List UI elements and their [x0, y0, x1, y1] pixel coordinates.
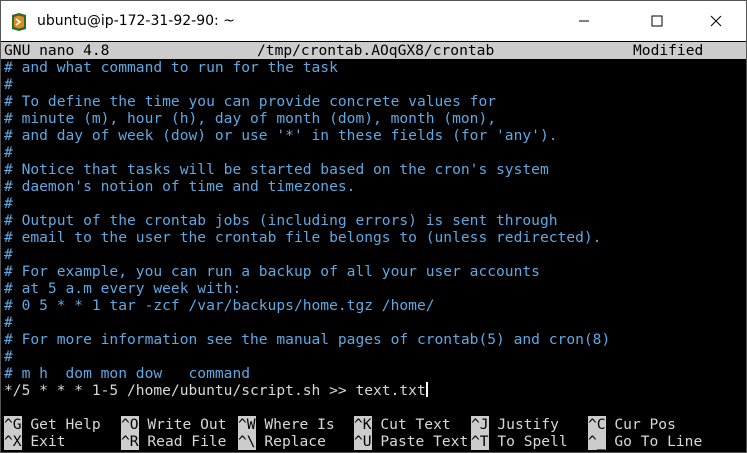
- shortcut-label: Replace: [264, 433, 326, 450]
- shortcut-key: ^X: [4, 433, 22, 450]
- line-text: #: [4, 144, 13, 161]
- comment-line[interactable]: # m h dom mon dow command: [4, 365, 250, 382]
- title-bar[interactable]: ubuntu@ip-172-31-92-90: ~: [1, 1, 746, 41]
- maximize-icon: [651, 15, 663, 27]
- comment-line[interactable]: # For example, you can run a backup of a…: [4, 263, 540, 280]
- comment-line[interactable]: # minute (m), hour (h), day of month (do…: [4, 110, 496, 127]
- line-text: # For more information see the manual pa…: [4, 331, 611, 348]
- line-text: # Output of the crontab jobs (including …: [4, 212, 558, 229]
- shortcut-label: Exit: [30, 433, 66, 450]
- comment-line[interactable]: #: [4, 348, 13, 365]
- shortcut-key: ^U: [354, 433, 372, 450]
- line-text: # daemon's notion of time and timezones.: [4, 178, 356, 195]
- line-text: # m h dom mon dow command: [4, 365, 251, 382]
- comment-line[interactable]: #: [4, 76, 13, 93]
- shortcut-label: Cut Text: [380, 416, 451, 433]
- shortcut-cut-text[interactable]: ^K Cut Text: [354, 416, 451, 433]
- shortcut-exit[interactable]: ^X Exit: [4, 433, 66, 450]
- comment-line[interactable]: # For more information see the manual pa…: [4, 331, 610, 348]
- line-text: # For example, you can run a backup of a…: [4, 263, 540, 280]
- line-text: # minute (m), hour (h), day of month (do…: [4, 110, 497, 127]
- shortcut-label: Write Out: [147, 416, 227, 433]
- close-icon: [710, 15, 722, 27]
- comment-line[interactable]: # Output of the crontab jobs (including …: [4, 212, 558, 229]
- shortcut-key: ^_: [588, 433, 606, 450]
- shortcut-label: Justify: [497, 416, 559, 433]
- terminal-window: ubuntu@ip-172-31-92-90: ~ GNU nano 4.8 /…: [0, 0, 747, 453]
- shortcut-key: ^T: [471, 433, 489, 450]
- shortcut-key: ^W: [238, 416, 256, 433]
- comment-line[interactable]: #: [4, 195, 13, 212]
- line-text: #: [4, 195, 13, 212]
- cron-entry-line[interactable]: */5 * * * 1-5 /home/ubuntu/script.sh >> …: [4, 382, 428, 399]
- line-text: # and what command to run for the task: [4, 59, 338, 76]
- shortcut-cur-pos[interactable]: ^C Cur Pos: [588, 416, 676, 433]
- comment-line[interactable]: # at 5 a.m every week with:: [4, 280, 241, 297]
- line-text: #: [4, 314, 13, 331]
- close-button[interactable]: [693, 1, 739, 41]
- text-cursor: [425, 382, 428, 397]
- line-text: # email to the user the crontab file bel…: [4, 229, 602, 246]
- shortcut-key: ^O: [121, 416, 139, 433]
- minimize-icon: [579, 20, 589, 22]
- line-text: #: [4, 76, 13, 93]
- window-title: ubuntu@ip-172-31-92-90: ~: [37, 13, 235, 29]
- comment-line[interactable]: # 0 5 * * 1 tar -zcf /var/backups/home.t…: [4, 297, 435, 314]
- comment-line[interactable]: # daemon's notion of time and timezones.: [4, 178, 355, 195]
- shortcut-key: ^K: [354, 416, 372, 433]
- comment-line[interactable]: #: [4, 246, 13, 263]
- shortcut-go-to-line[interactable]: ^_ Go To Line: [588, 433, 702, 450]
- line-text: # 0 5 * * 1 tar -zcf /var/backups/home.t…: [4, 297, 435, 314]
- comment-line[interactable]: # To define the time you can provide con…: [4, 93, 496, 110]
- nano-header-bar: GNU nano 4.8 /tmp/crontab.AOqGX8/crontab…: [1, 42, 746, 59]
- nano-filename: /tmp/crontab.AOqGX8/crontab: [257, 42, 495, 59]
- line-text: #: [4, 246, 13, 263]
- minimize-button[interactable]: [561, 1, 607, 41]
- nano-modified-status: Modified: [633, 42, 704, 59]
- shortcut-label: Cur Pos: [614, 416, 676, 433]
- shortcut-get-help[interactable]: ^G Get Help: [4, 416, 101, 433]
- shortcut-label: Where Is: [264, 416, 335, 433]
- shortcut-label: Go To Line: [614, 433, 703, 450]
- shortcut-key: ^\: [238, 433, 256, 450]
- shortcut-justify[interactable]: ^J Justify: [471, 416, 559, 433]
- shortcut-label: Read File: [147, 433, 227, 450]
- shortcut-where-is[interactable]: ^W Where Is: [238, 416, 335, 433]
- shortcuts-row2: ^X Exit ^R Read File ^\ Replace ^U Paste Te…: [4, 433, 744, 450]
- shortcut-label: To Spell: [497, 433, 568, 450]
- maximize-button[interactable]: [634, 1, 680, 41]
- comment-line[interactable]: # email to the user the crontab file bel…: [4, 229, 601, 246]
- shortcut-label: Paste Text: [380, 433, 469, 450]
- comment-line[interactable]: # and day of week (dow) or use '*' in th…: [4, 127, 558, 144]
- shortcut-key: ^J: [471, 416, 489, 433]
- comment-line[interactable]: # Notice that tasks will be started base…: [4, 161, 549, 178]
- line-text: # To define the time you can provide con…: [4, 93, 497, 110]
- shortcut-replace[interactable]: ^\ Replace: [238, 433, 326, 450]
- shortcut-paste-text[interactable]: ^U Paste Text: [354, 433, 468, 450]
- comment-line[interactable]: #: [4, 144, 13, 161]
- line-text: # and day of week (dow) or use '*' in th…: [4, 127, 558, 144]
- shortcut-key: ^G: [4, 416, 22, 433]
- shortcut-to-spell[interactable]: ^T To Spell: [471, 433, 568, 450]
- line-text: # Notice that tasks will be started base…: [4, 161, 549, 178]
- comment-line[interactable]: # and what command to run for the task: [4, 59, 338, 76]
- terminal-app-icon: [12, 13, 26, 31]
- shortcut-label: Get Help: [30, 416, 101, 433]
- comment-line[interactable]: #: [4, 314, 13, 331]
- nano-version: GNU nano 4.8: [4, 42, 110, 59]
- shortcut-key: ^R: [121, 433, 139, 450]
- line-text: #: [4, 348, 13, 365]
- shortcut-key: ^C: [588, 416, 606, 433]
- shortcut-write-out[interactable]: ^O Write Out: [121, 416, 226, 433]
- shortcuts-row1: ^G Get Help ^O Write Out ^W Where Is ^K Cut…: [4, 416, 744, 433]
- line-text: */5 * * * 1-5 /home/ubuntu/script.sh >> …: [4, 382, 426, 399]
- shortcut-read-file[interactable]: ^R Read File: [121, 433, 226, 450]
- line-text: # at 5 a.m every week with:: [4, 280, 242, 297]
